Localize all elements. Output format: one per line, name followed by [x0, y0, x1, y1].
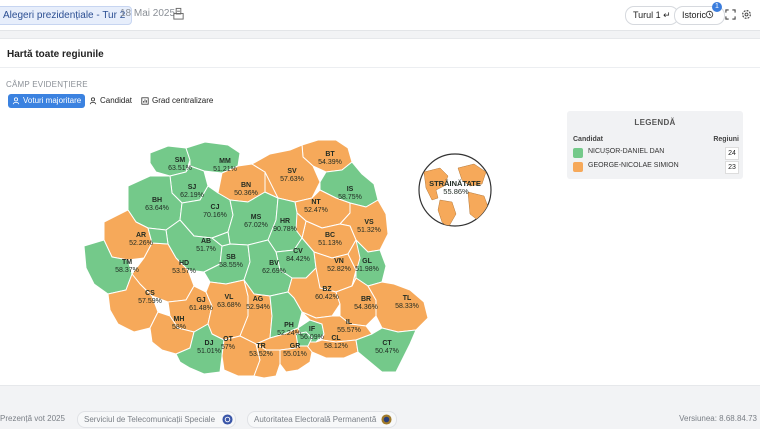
- county-code-label: SV: [287, 168, 297, 175]
- county-code-label: MM: [219, 158, 231, 165]
- aep-logo-icon: [381, 414, 392, 425]
- county-percent-label: 54.39%: [318, 159, 342, 166]
- county-percent-label: 67.02%: [244, 222, 268, 229]
- county-code-label: SB: [226, 254, 236, 261]
- county-percent-label: 51.21%: [213, 166, 237, 173]
- county-percent-label: 55.01%: [283, 351, 307, 358]
- county-code-label: MH: [174, 316, 185, 323]
- county-percent-label: 60.42%: [315, 294, 339, 301]
- county-percent-label: 63.64%: [145, 205, 169, 212]
- county-percent-label: 51.7%: [196, 246, 216, 253]
- county-code-label: BR: [361, 296, 371, 303]
- county-percent-label: 90.78%: [273, 226, 297, 233]
- county-percent-label: 52.82%: [327, 266, 351, 273]
- county-code-label: IS: [347, 186, 354, 193]
- county-percent-label: 57%: [221, 344, 235, 351]
- county-code-label: VN: [334, 258, 344, 265]
- county-code-label: DJ: [205, 340, 214, 347]
- county-percent-label: 52.94%: [246, 304, 270, 311]
- county-percent-label: 57.59%: [138, 298, 162, 305]
- county-code-label: OT: [223, 336, 233, 343]
- county-code-label: CL: [331, 335, 341, 342]
- county-percent-label: 53.52%: [249, 351, 273, 358]
- sts-logo-icon: [222, 414, 233, 425]
- county-code-label: HR: [280, 218, 290, 225]
- abroad-percent: 55.86%: [443, 187, 469, 196]
- county-percent-label: 54.36%: [354, 304, 378, 311]
- footer-turnout-link[interactable]: Prezență vot 2025: [0, 414, 65, 423]
- county-percent-label: 52.24%: [277, 330, 301, 337]
- county-code-label: BZ: [322, 286, 332, 293]
- county-code-label: AR: [136, 232, 146, 239]
- county-code-label: SM: [175, 157, 186, 164]
- county-code-label: TR: [256, 343, 265, 350]
- county-code-label: BH: [152, 197, 162, 204]
- county-code-label: IF: [309, 326, 316, 333]
- county-percent-label: 84.42%: [286, 256, 310, 263]
- county-code-label: BC: [325, 232, 335, 239]
- county-percent-label: 52.47%: [304, 207, 328, 214]
- county-percent-label: 58.55%: [219, 262, 243, 269]
- county-percent-label: 57.63%: [280, 176, 304, 183]
- county-percent-label: 51.98%: [355, 266, 379, 273]
- footer-sts-chip[interactable]: Serviciul de Telecomunicații Speciale: [77, 411, 237, 428]
- footer: Prezență vot 2025 Serviciul de Telecomun…: [0, 410, 760, 429]
- county-code-label: BV: [269, 260, 279, 267]
- county-percent-label: 55.57%: [337, 327, 361, 334]
- romania-map[interactable]: SM63.51% MM51.21% BT54.39% SJ62.19% BN50.36%…: [0, 0, 760, 429]
- footer-version: Versiunea: 8.68.84.73: [679, 414, 757, 423]
- county-percent-label: 62.69%: [262, 268, 286, 275]
- county-percent-label: 53.57%: [172, 268, 196, 275]
- county-code-label: PH: [284, 322, 294, 329]
- county-code-label: GL: [362, 258, 372, 265]
- county-percent-label: 50.36%: [234, 190, 258, 197]
- abroad-globe[interactable]: STRĂINĂTATE 55.86%: [418, 153, 492, 228]
- county-percent-label: 70.16%: [203, 212, 227, 219]
- county-percent-label: 63.68%: [217, 302, 241, 309]
- county-percent-label: 58.37%: [115, 267, 139, 274]
- county-percent-label: 62.19%: [180, 192, 204, 199]
- county-code-label: AG: [253, 296, 264, 303]
- county-code-label: BT: [325, 151, 335, 158]
- footer-aep-label: Autoritatea Electorală Permanentă: [254, 415, 377, 424]
- county-percent-label: 50.47%: [375, 348, 399, 355]
- county-percent-label: 56.09%: [300, 334, 324, 341]
- county-code-label: GR: [290, 343, 301, 350]
- county-percent-label: 58.12%: [324, 343, 348, 350]
- footer-sts-label: Serviciul de Telecomunicații Speciale: [84, 415, 216, 424]
- county-code-label: CT: [382, 340, 392, 347]
- county-percent-label: 51.01%: [197, 348, 221, 355]
- county-code-label: AB: [201, 238, 211, 245]
- county-code-label: HD: [179, 260, 189, 267]
- county-percent-label: 51.13%: [318, 240, 342, 247]
- county-percent-label: 58%: [172, 324, 186, 331]
- county-percent-label: 52.26%: [129, 240, 153, 247]
- county-percent-label: 58.33%: [395, 303, 419, 310]
- footer-aep-chip[interactable]: Autoritatea Electorală Permanentă: [247, 411, 398, 428]
- county-code-label: SJ: [188, 184, 197, 191]
- county-code-label: TM: [122, 259, 132, 266]
- county-code-label: CS: [145, 290, 155, 297]
- county-code-label: CV: [293, 248, 303, 255]
- county-code-label: CJ: [211, 204, 220, 211]
- county-code-label: MS: [251, 214, 262, 221]
- county-code-label: VS: [364, 219, 374, 226]
- county-percent-label: 51.32%: [357, 227, 381, 234]
- county-code-label: IL: [346, 319, 353, 326]
- county-percent-label: 58.75%: [338, 194, 362, 201]
- county-percent-label: 63.51%: [168, 165, 192, 172]
- county-percent-label: 61.48%: [189, 305, 213, 312]
- county-code-label: NT: [311, 199, 321, 206]
- county-code-label: VL: [225, 294, 235, 301]
- county-code-label: GJ: [196, 297, 205, 304]
- county-code-label: BN: [241, 182, 251, 189]
- county-code-label: TL: [403, 295, 412, 302]
